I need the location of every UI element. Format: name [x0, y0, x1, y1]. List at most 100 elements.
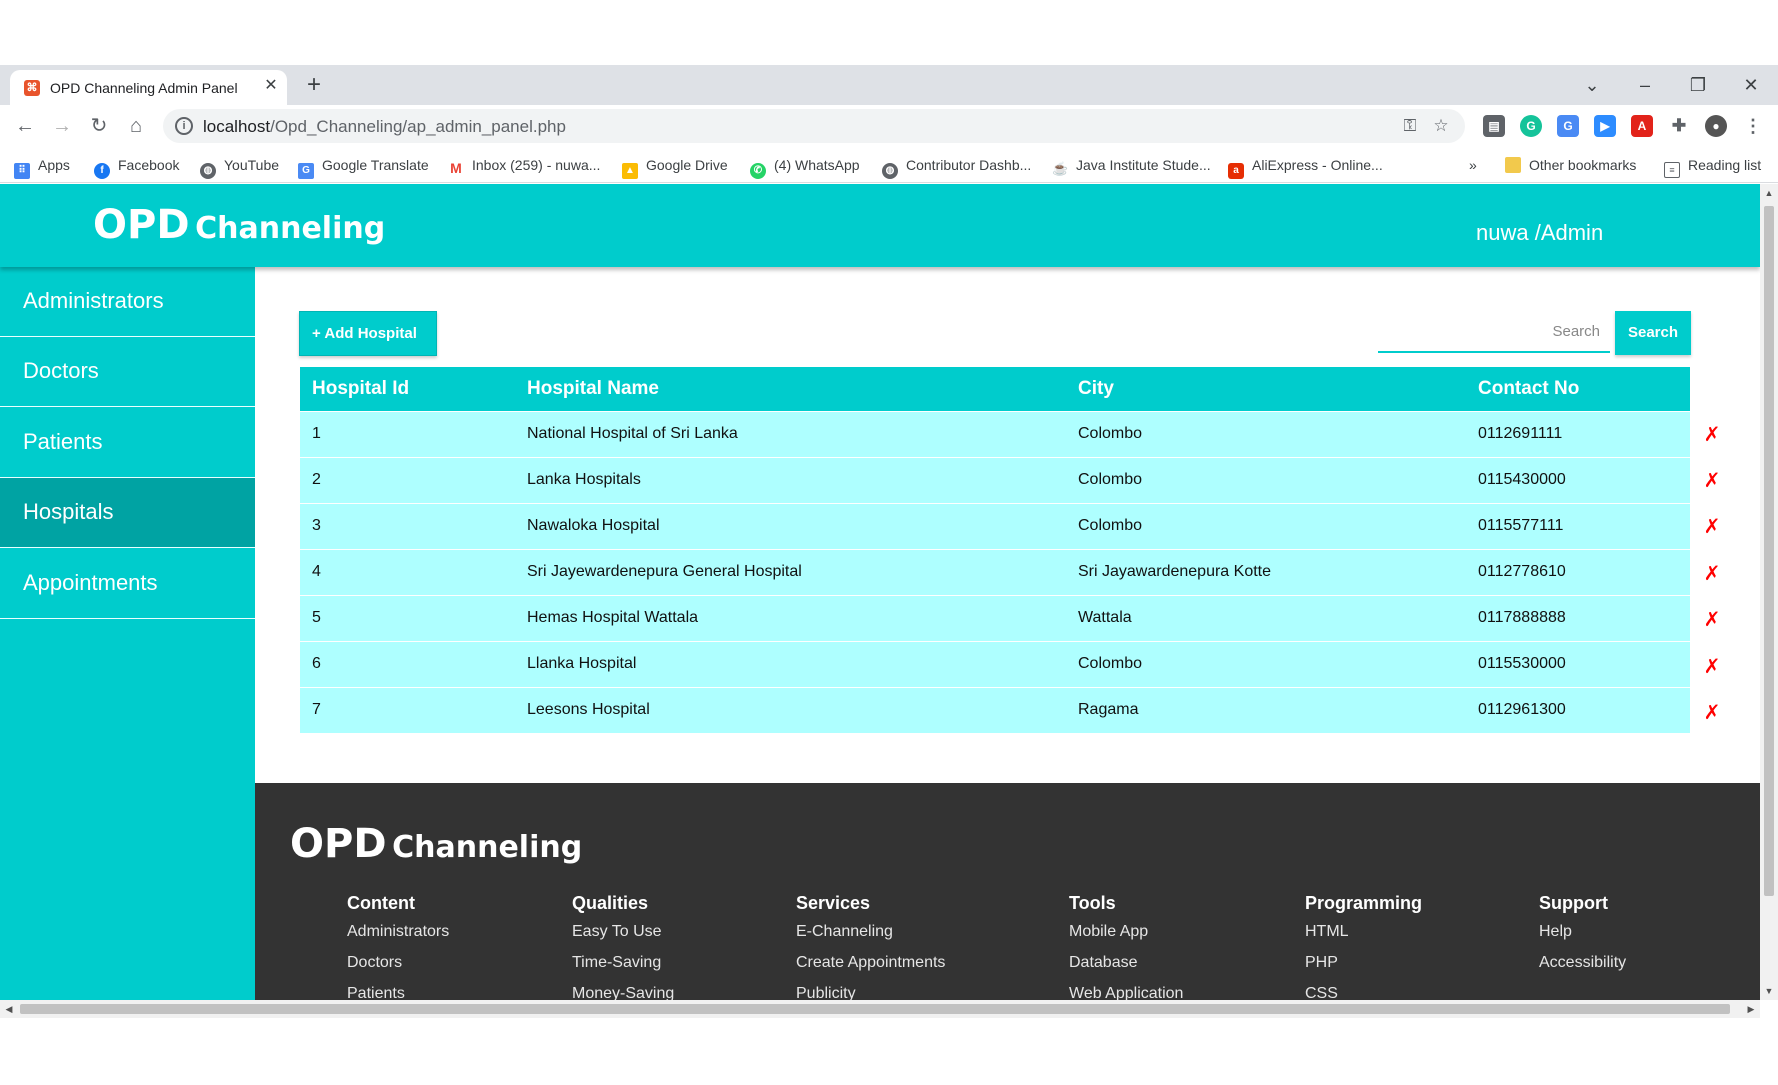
- footer-link[interactable]: CSS: [1305, 985, 1422, 1000]
- sidebar-item-doctors[interactable]: Doctors: [0, 337, 255, 407]
- address-bar[interactable]: i localhost/Opd_Channeling/ap_admin_pane…: [163, 109, 1465, 143]
- bookmark-apps[interactable]: ⠿ Apps: [14, 155, 70, 179]
- extension-reader-icon[interactable]: ▤: [1483, 115, 1505, 137]
- cell-city: Colombo: [1066, 502, 1466, 549]
- url-text[interactable]: localhost/Opd_Channeling/ap_admin_panel.…: [203, 117, 566, 137]
- delete-row-4-icon[interactable]: ✗: [1702, 551, 1722, 597]
- footer-link[interactable]: HTML: [1305, 923, 1422, 954]
- vertical-scroll-thumb[interactable]: [1764, 206, 1774, 896]
- delete-row-6-icon[interactable]: ✗: [1702, 644, 1722, 690]
- scroll-down-icon[interactable]: ▼: [1760, 982, 1778, 1000]
- pdf-extension-icon[interactable]: A: [1631, 115, 1653, 137]
- vertical-scrollbar[interactable]: ▲ ▼: [1760, 184, 1778, 1000]
- table-row[interactable]: 5 Hemas Hospital Wattala Wattala 0117888…: [300, 594, 1690, 641]
- delete-row-7-icon[interactable]: ✗: [1702, 690, 1722, 736]
- bookmark-youtube[interactable]: ◍ YouTube: [200, 155, 279, 179]
- sidebar-item-patients[interactable]: Patients: [0, 408, 255, 478]
- column-header-contact-no[interactable]: Contact No: [1466, 367, 1690, 411]
- table-row[interactable]: 2 Lanka Hospitals Colombo 0115430000: [300, 456, 1690, 503]
- browser-window: ⌘ OPD Channeling Admin Panel ✕ + ⌄ – ❐ ✕…: [0, 0, 1778, 1085]
- footer-link[interactable]: Mobile App: [1069, 923, 1183, 954]
- browser-menu-icon[interactable]: ⋮: [1742, 115, 1764, 137]
- cell-city: Sri Jayawardenepura Kotte: [1066, 548, 1466, 595]
- more-bookmarks-chevron-icon[interactable]: »: [1469, 155, 1477, 175]
- zoom-extension-icon[interactable]: ▶: [1594, 115, 1616, 137]
- bookmark-google-drive[interactable]: ▲ Google Drive: [622, 155, 728, 179]
- footer-link[interactable]: Database: [1069, 954, 1183, 985]
- forward-icon[interactable]: →: [49, 113, 75, 139]
- column-header-city[interactable]: City: [1066, 367, 1466, 411]
- scroll-right-icon[interactable]: ▶: [1742, 1000, 1760, 1018]
- cell-contact-no: 0112961300: [1466, 686, 1690, 733]
- cell-city: Colombo: [1066, 456, 1466, 503]
- footer-column-services: Services E-Channeling Create Appointment…: [796, 893, 945, 1000]
- cell-hospital-name: Leesons Hospital: [515, 686, 1066, 733]
- horizontal-scroll-thumb[interactable]: [20, 1004, 1730, 1014]
- bookmark-inbox[interactable]: M Inbox (259) - nuwa...: [448, 155, 600, 176]
- table-row[interactable]: 4 Sri Jayewardenepura General Hospital S…: [300, 548, 1690, 595]
- reading-list[interactable]: ≡ Reading list: [1664, 155, 1761, 178]
- sidebar-item-administrators[interactable]: Administrators: [0, 267, 255, 337]
- cell-hospital-name: Llanka Hospital: [515, 640, 1066, 687]
- tab-search-icon[interactable]: ⌄: [1572, 71, 1612, 99]
- key-icon[interactable]: ⚿: [1399, 115, 1421, 137]
- minimize-icon[interactable]: –: [1625, 71, 1665, 99]
- site-info-icon[interactable]: i: [175, 117, 193, 135]
- footer-link[interactable]: Easy To Use: [572, 923, 674, 954]
- bookmark-google-translate[interactable]: G Google Translate: [298, 155, 429, 179]
- table-row[interactable]: 1 National Hospital of Sri Lanka Colombo…: [300, 410, 1690, 457]
- search-input[interactable]: [1378, 311, 1610, 353]
- close-window-icon[interactable]: ✕: [1731, 71, 1771, 99]
- footer-link[interactable]: Web Application: [1069, 985, 1183, 1000]
- bookmark-aliexpress[interactable]: a AliExpress - Online...: [1228, 155, 1383, 179]
- footer-link[interactable]: Accessibility: [1539, 954, 1626, 985]
- add-hospital-button[interactable]: + Add Hospital: [299, 311, 437, 356]
- profile-avatar[interactable]: ●: [1705, 115, 1727, 137]
- sidebar-item-appointments[interactable]: Appointments: [0, 549, 255, 619]
- delete-row-3-icon[interactable]: ✗: [1702, 504, 1722, 550]
- grammarly-icon[interactable]: G: [1520, 115, 1542, 137]
- reload-icon[interactable]: ↻: [86, 113, 112, 139]
- footer-link[interactable]: Administrators: [347, 923, 449, 954]
- footer-link[interactable]: Money-Saving: [572, 985, 674, 1000]
- new-tab-button[interactable]: +: [300, 71, 328, 99]
- cell-hospital-id: 5: [300, 594, 515, 641]
- footer-link[interactable]: PHP: [1305, 954, 1422, 985]
- bookmark-contributor-dashboard[interactable]: ◍ Contributor Dashb...: [882, 155, 1031, 179]
- footer-link[interactable]: Publicity: [796, 985, 945, 1000]
- user-label[interactable]: nuwa /Admin: [1476, 220, 1603, 246]
- home-icon[interactable]: ⌂: [123, 113, 149, 139]
- footer-link[interactable]: Create Appointments: [796, 954, 945, 985]
- scroll-left-icon[interactable]: ◀: [0, 1000, 18, 1018]
- translate-extension-icon[interactable]: G: [1557, 115, 1579, 137]
- delete-row-1-icon[interactable]: ✗: [1702, 412, 1722, 458]
- footer-link[interactable]: E-Channeling: [796, 923, 945, 954]
- tab-close-icon[interactable]: ✕: [261, 76, 281, 96]
- column-header-hospital-name[interactable]: Hospital Name: [515, 367, 1066, 411]
- table-row[interactable]: 7 Leesons Hospital Ragama 0112961300: [300, 686, 1690, 733]
- table-row[interactable]: 6 Llanka Hospital Colombo 0115530000: [300, 640, 1690, 687]
- delete-row-5-icon[interactable]: ✗: [1702, 597, 1722, 643]
- scroll-up-icon[interactable]: ▲: [1760, 184, 1778, 202]
- extensions-puzzle-icon[interactable]: ✚: [1668, 115, 1690, 137]
- search-button[interactable]: Search: [1615, 311, 1691, 355]
- table-row[interactable]: 3 Nawaloka Hospital Colombo 0115577111: [300, 502, 1690, 549]
- footer-link[interactable]: Doctors: [347, 954, 449, 985]
- bookmark-whatsapp[interactable]: ✆ (4) WhatsApp: [750, 155, 860, 179]
- horizontal-scrollbar[interactable]: ◀ ▶: [0, 1000, 1760, 1018]
- tab-title: OPD Channeling Admin Panel: [50, 80, 238, 96]
- bookmark-star-icon[interactable]: ☆: [1430, 115, 1452, 137]
- footer-link[interactable]: Help: [1539, 923, 1626, 954]
- active-tab[interactable]: ⌘ OPD Channeling Admin Panel ✕: [10, 70, 287, 105]
- sidebar-item-hospitals[interactable]: Hospitals: [0, 478, 255, 548]
- back-icon[interactable]: ←: [12, 113, 38, 139]
- bookmark-facebook[interactable]: f Facebook: [94, 155, 179, 179]
- column-header-hospital-id[interactable]: Hospital Id: [300, 367, 515, 411]
- bookmark-java-institute[interactable]: ☕ Java Institute Stude...: [1052, 155, 1211, 177]
- other-bookmarks[interactable]: Other bookmarks: [1505, 155, 1636, 175]
- footer-link[interactable]: Patients: [347, 985, 449, 1000]
- restore-icon[interactable]: ❐: [1678, 71, 1718, 99]
- footer-link[interactable]: Time-Saving: [572, 954, 674, 985]
- bookmark-label: Google Drive: [646, 157, 728, 173]
- delete-row-2-icon[interactable]: ✗: [1702, 458, 1722, 504]
